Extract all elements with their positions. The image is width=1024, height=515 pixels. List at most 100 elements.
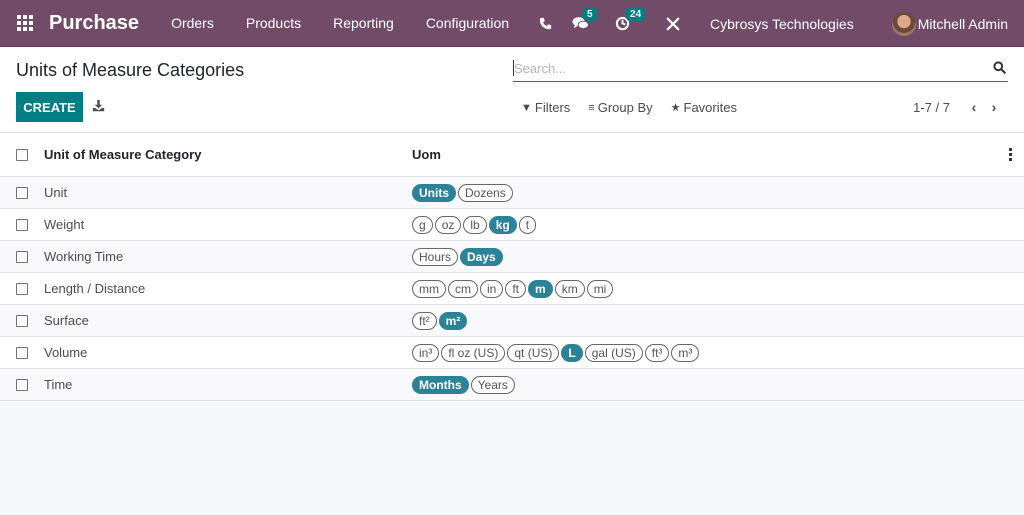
activities-icon[interactable]: 24 [615, 7, 647, 31]
row-checkbox[interactable] [16, 218, 28, 231]
activities-badge: 24 [625, 7, 647, 22]
table-row[interactable]: Working Time Hours Days [0, 241, 1024, 273]
uom-tag-reference: L [561, 343, 583, 362]
star-icon: ★ [670, 102, 681, 114]
uom-tag: mm [412, 279, 446, 298]
category-name: Working Time [44, 249, 124, 264]
uom-tag: Dozens [458, 183, 513, 202]
uom-tag-reference: m² [438, 311, 468, 330]
uom-tag: m³ [671, 343, 700, 362]
filter-icon: ▼ [521, 101, 532, 114]
uom-tag-reference: Days [460, 247, 503, 266]
row-checkbox[interactable] [16, 346, 28, 359]
table-row[interactable]: Unit Units Dozens [0, 177, 1024, 209]
uom-tags: in³ fl oz (US) qt (US) Lgal (US) ft³ m³ [384, 343, 1024, 362]
messages-icon[interactable]: 5 [572, 7, 598, 31]
table-row[interactable]: Length / Distance mm cm in ft m km mi [0, 273, 1024, 305]
row-checkbox[interactable] [16, 250, 28, 263]
messages-badge: 5 [582, 7, 598, 22]
tools-icon[interactable] [666, 17, 680, 31]
phone-icon[interactable] [539, 17, 552, 30]
uom-tag: cm [448, 279, 478, 298]
uom-tag: km [554, 279, 585, 298]
uom-tag: qt (US) [507, 343, 560, 362]
category-name: Weight [44, 217, 85, 232]
pager-previous-icon[interactable]: ‹ [964, 99, 984, 115]
search-box [513, 55, 1008, 82]
pager: 1-7 / 7 ‹ › [913, 99, 1004, 115]
uom-tag-reference: Units [412, 183, 456, 202]
uom-tag: gal (US) [584, 343, 643, 362]
uom-tag-reference: m [528, 279, 553, 298]
uom-tag: mi [586, 279, 614, 298]
uom-tag: fl oz (US) [441, 343, 506, 362]
row-checkbox[interactable] [16, 378, 28, 391]
search-options: ▼ Filters ≡ Group By ★ Favorites [521, 100, 737, 115]
uom-tag: oz [434, 215, 462, 234]
uom-tags: Units Dozens [384, 183, 1024, 202]
favorites-label: Favorites [683, 100, 737, 115]
row-checkbox[interactable] [16, 314, 28, 327]
category-name: Time [44, 377, 73, 392]
table-row[interactable]: Volume in³ fl oz (US) qt (US) Lgal (US) ft³ m³ [0, 337, 1024, 369]
optional-columns-icon[interactable] [1004, 148, 1016, 161]
table-row[interactable]: Time Months Years [0, 369, 1024, 401]
table-header: Unit of Measure Category Uom [0, 133, 1024, 177]
download-icon[interactable] [92, 99, 106, 113]
table-body: Unit Units Dozens Weight g oz lb kg t Working Tim… [0, 177, 1024, 401]
user-name: Mitchell Admin [917, 15, 1008, 32]
search-input[interactable] [513, 60, 993, 76]
top-navbar: Purchase Orders Products Reporting Confi… [0, 0, 1024, 47]
uom-tag: in³ [412, 343, 440, 362]
favorites-button[interactable]: ★ Favorites [671, 100, 737, 115]
uom-tag-reference: Months [412, 375, 469, 394]
uom-tag: lb [463, 215, 487, 234]
uom-tag: g [412, 215, 433, 234]
uom-tag: in [480, 279, 504, 298]
uom-tag: ft² [412, 311, 437, 330]
menu-products[interactable]: Products [230, 15, 317, 31]
group-by-label: Group By [597, 100, 653, 115]
company-switcher[interactable]: Cybrosys Technologies [710, 16, 854, 32]
uom-tag: ft [505, 279, 527, 298]
uom-tag: ft³ [644, 343, 670, 362]
filters-label: Filters [534, 100, 571, 115]
uom-tag: Hours [412, 247, 459, 266]
column-header-uom[interactable]: Uom [384, 147, 1004, 162]
column-header-category[interactable]: Unit of Measure Category [44, 147, 384, 162]
page-title: Units of Measure Categories [16, 60, 245, 80]
uom-tags: Months Years [384, 375, 1024, 394]
filters-button[interactable]: ▼ Filters [521, 100, 570, 115]
main-menu: Orders Products Reporting Configuration [155, 15, 525, 31]
category-name: Surface [44, 313, 89, 328]
table-row[interactable]: Surface ft² m² [0, 305, 1024, 337]
menu-reporting[interactable]: Reporting [317, 15, 410, 31]
row-checkbox[interactable] [16, 186, 28, 199]
uom-tag: Years [470, 375, 515, 394]
category-name: Volume [44, 345, 88, 360]
list-view: Unit of Measure Category Uom Unit Units Do… [0, 133, 1024, 401]
table-row[interactable]: Weight g oz lb kg t [0, 209, 1024, 241]
menu-orders[interactable]: Orders [155, 15, 230, 31]
control-panel: Units of Measure Categories CREATE ▼ Fil… [0, 47, 1024, 133]
navbar-systray: 5 24 Cybrosys Technologies Mitchell Admi… [539, 0, 1024, 47]
bars-icon: ≡ [588, 101, 595, 114]
category-name: Length / Distance [44, 281, 146, 296]
pager-next-icon[interactable]: › [984, 99, 1004, 115]
pager-value[interactable]: 1-7 / 7 [913, 100, 950, 115]
create-button[interactable]: CREATE [16, 92, 83, 122]
row-checkbox[interactable] [16, 282, 28, 295]
uom-tags: ft² m² [384, 311, 1024, 330]
user-menu[interactable]: Mitchell Admin [891, 11, 1008, 36]
select-all-checkbox[interactable] [16, 148, 28, 161]
menu-configuration[interactable]: Configuration [410, 15, 525, 31]
uom-tag-reference: kg [488, 215, 517, 234]
app-brand[interactable]: Purchase [49, 12, 139, 35]
uom-tag: t [518, 215, 537, 234]
avatar [891, 11, 916, 36]
uom-tags: mm cm in ft m km mi [384, 279, 1024, 298]
search-icon[interactable] [993, 61, 1007, 75]
group-by-button[interactable]: ≡ Group By [588, 100, 652, 115]
uom-tags: g oz lb kg t [384, 215, 1024, 234]
apps-menu-icon[interactable] [17, 15, 33, 31]
